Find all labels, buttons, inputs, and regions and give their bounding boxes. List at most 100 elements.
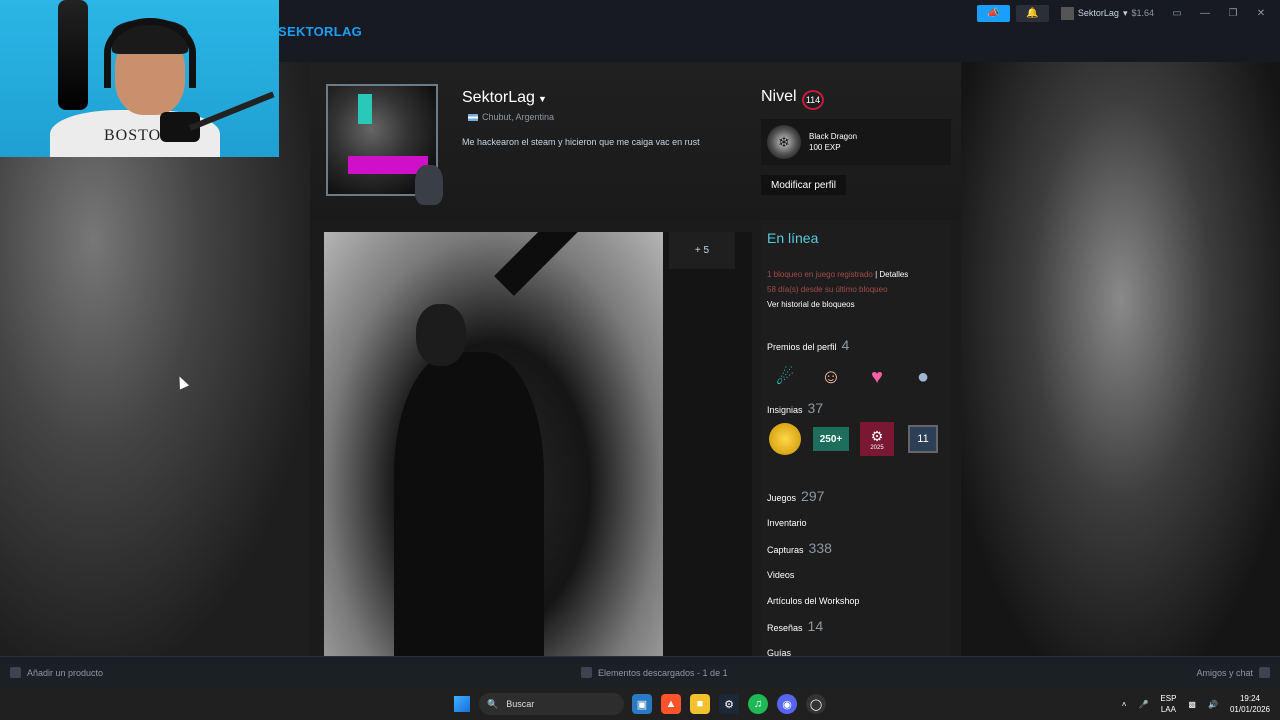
nav-username-tab[interactable]: SEKTORLAG [278,24,362,39]
chevron-down-icon: ▼ [537,94,547,104]
games-250-badge-icon[interactable]: 250+ [813,422,849,456]
reviews-count: 14 [807,618,824,634]
brave-browser-icon[interactable]: ▲ [661,694,681,714]
clock-date: 01/01/2026 [1229,705,1270,714]
inventory-row[interactable]: Inventario [767,518,807,528]
ban-history-link[interactable]: Ver historial de bloqueos [767,300,855,309]
shirt-text: BOSTOI [104,127,168,144]
steam-2025-badge-icon[interactable]: ⚙ 2025 [859,422,895,456]
profile-sidebar: En línea 1 bloqueo en juego registrado |… [761,220,951,656]
videos-row[interactable]: Videos [767,570,794,580]
heart-award-icon[interactable]: ♥ [859,360,895,394]
avatar-frame-pet [415,165,443,205]
profile-background-right [961,62,1280,656]
network-icon[interactable]: ▩ [1188,700,1196,709]
notifications-button[interactable]: 🔔 [1015,4,1049,22]
argentina-flag-icon [468,113,478,121]
level-label: Nivel [761,88,797,105]
favorite-badge[interactable]: ❄ Black Dragon 100 EXP [761,119,951,165]
ban-details-link[interactable]: Detalles [879,270,908,279]
chevron-up-icon[interactable]: ˄ [1122,700,1127,709]
system-tray: ˄ 🎤 ESP LAA ▩ 🔊 19:24 01/01/2026 [1122,693,1270,715]
edit-profile-button[interactable]: Modificar perfil [761,175,846,195]
favorite-badge-text: Black Dragon 100 EXP [809,131,857,153]
comet-award-icon[interactable]: ☄ [767,360,803,394]
baby-award-icon[interactable]: ☺ [813,360,849,394]
artwork-showcase: + 5 [324,232,752,656]
bell-icon: 🔔 [1026,7,1039,19]
clock[interactable]: 19:24 01/01/2026 [1230,693,1270,715]
file-explorer-icon[interactable]: ■ [690,694,710,714]
windows-start-icon[interactable] [454,696,470,712]
badges-label: Insignias [767,405,803,415]
windows-taskbar: 🔍 Buscar ▣ ▲ ■ ⚙ ♫ ◉ ◯ ˄ 🎤 ESP LAA ▩ 🔊 19:… [0,688,1280,720]
reviews-row[interactable]: Reseñas 14 [767,618,823,634]
chevron-down-icon: ▾ [1122,7,1128,18]
webcam-overlay: BOSTOI [0,0,279,157]
badge-11-text: 11 [908,425,938,453]
profile-username[interactable]: SektorLag ▼ [462,89,547,107]
announcements-button[interactable]: 📣 [976,4,1010,22]
games-label: Juegos [767,493,797,503]
level-badge[interactable]: 114 [802,90,824,110]
showcase-artwork-image[interactable] [324,232,663,656]
downloads-label: Elementos descargados - 1 de 1 [598,667,728,678]
coin-badge-icon[interactable] [767,422,803,456]
awards-icons: ☄ ☺ ♥ ● [767,360,941,394]
volume-icon[interactable]: 🔊 [1208,700,1218,709]
videos-label: Videos [767,570,795,580]
steam-logo-icon: ⚙ [870,427,884,444]
badge-year-text: 2025 [870,444,884,451]
profile-username-text: SektorLag [462,89,535,106]
badge-250-text: 250+ [813,427,849,451]
ban-status: 1 bloqueo en juego registrado | Detalles [767,270,908,279]
discord-app-icon[interactable]: ◉ [777,694,797,714]
clock-time: 19:24 [1239,694,1260,703]
window-topbar: 📣 🔔 SektorLag ▾ $1.64 ▭ — ❐ ✕ [976,0,1280,26]
taskbar-search[interactable]: 🔍 Buscar [479,693,624,715]
add-product-label: Añadir un producto [27,667,104,678]
badges-count: 37 [807,400,824,416]
years-service-badge-icon[interactable]: 11 [905,422,941,456]
screenshots-label: Capturas [767,545,804,555]
badge-exp: 100 EXP [809,143,841,152]
photos-app-icon[interactable]: ▣ [632,694,652,714]
microphone-icon[interactable]: 🎤 [1138,700,1148,709]
downloads-button[interactable]: Elementos descargados - 1 de 1 [581,667,728,678]
friends-chat-button[interactable]: Amigos y chat [1196,667,1270,678]
lang-bottom: LAA [1160,705,1176,714]
spotify-app-icon[interactable]: ♫ [748,694,768,714]
badges-row[interactable]: Insignias 37 [767,400,823,416]
taskbar-apps: ▣ ▲ ■ ⚙ ♫ ◉ ◯ [632,694,826,714]
friends-label: Amigos y chat [1196,667,1253,678]
profile-location: Chubut, Argentina [468,112,554,122]
reviews-label: Reseñas [767,623,803,633]
showcase-more-button[interactable]: + 5 [669,232,735,269]
steam-app-icon[interactable]: ⚙ [719,694,739,714]
account-menu[interactable]: SektorLag ▾ $1.64 [1055,6,1160,20]
globe-award-icon[interactable]: ● [905,360,941,394]
workshop-row[interactable]: Artículos del Workshop [767,596,859,606]
close-icon[interactable]: ✕ [1250,8,1272,19]
guitar [58,0,88,110]
obs-app-icon[interactable]: ◯ [806,694,826,714]
language-indicator[interactable]: ESP LAA [1160,693,1176,715]
add-product-button[interactable]: Añadir un producto [10,667,103,678]
minimize-icon[interactable]: — [1194,8,1216,19]
big-picture-icon[interactable]: ▭ [1166,8,1188,19]
screenshots-row[interactable]: Capturas 338 [767,540,832,556]
guides-label: Guías [767,648,792,656]
badge-name: Black Dragon [809,132,858,141]
profile-header: SektorLag ▼ Chubut, Argentina Me hackearo… [310,62,961,220]
screenshots-count: 338 [808,540,832,556]
lang-top: ESP [1160,694,1177,703]
guides-row[interactable]: Guías [767,648,791,656]
awards-row[interactable]: Premios del perfil 4 [767,337,849,353]
online-status: En línea [767,230,819,246]
restore-icon[interactable]: ❐ [1222,8,1244,19]
games-row[interactable]: Juegos 297 [767,488,824,504]
headset [104,18,196,88]
account-username: SektorLag [1077,8,1119,18]
profile-panel: SektorLag ▼ Chubut, Argentina Me hackearo… [310,62,961,656]
steam-footer: Añadir un producto Elementos descargados… [0,656,1280,688]
